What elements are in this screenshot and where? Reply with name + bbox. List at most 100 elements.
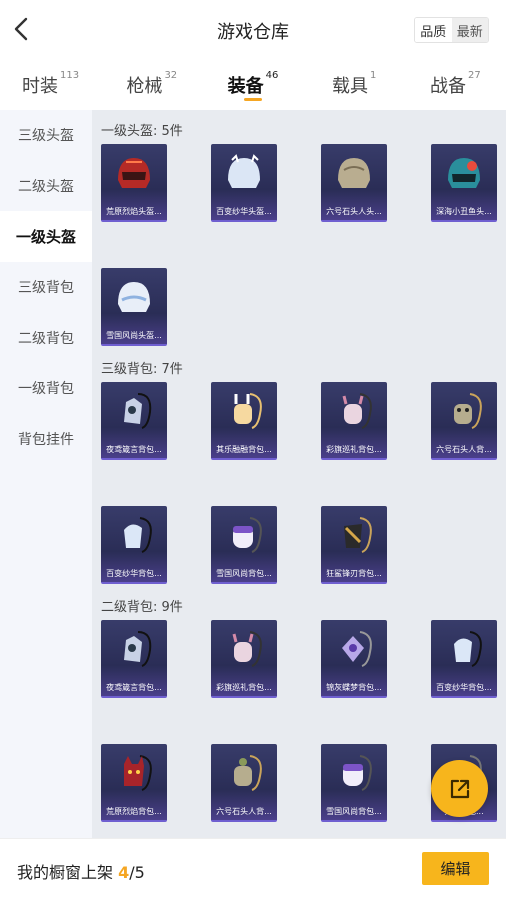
item-card[interactable]: 六号石头人背...: [211, 744, 277, 822]
item-name: 彩旗巡礼背包...: [216, 683, 272, 692]
edit-button[interactable]: 编辑: [422, 852, 489, 885]
item-card[interactable]: 夜鸢箴言背包...: [101, 620, 167, 698]
backpack-icon: [219, 626, 269, 674]
item-card[interactable]: 夜鸢箴言背包...: [101, 382, 167, 460]
tab-count: 113: [60, 70, 80, 81]
item-card[interactable]: 锦灰蝶梦背包...: [321, 620, 387, 698]
item-card-bg: 夜鸢箴言背包...: [101, 382, 167, 460]
backpack-icon: [109, 512, 159, 560]
item-name: 百变纱华背包...: [436, 683, 492, 692]
sidebar-item-backpack-3[interactable]: 三级背包: [0, 262, 92, 313]
item-card[interactable]: 雪国风尚背包...: [321, 744, 387, 822]
sidebar-item-backpack-2[interactable]: 二级背包: [0, 312, 92, 363]
item-name: 雪国风尚头盔...: [106, 331, 162, 340]
tab-supplies[interactable]: 战备 27: [405, 66, 506, 110]
helmet-icon: [219, 150, 269, 198]
item-card-bg: 雪国风尚背包...: [211, 506, 277, 584]
sort-quality-button[interactable]: 品质: [415, 18, 452, 42]
share-button[interactable]: [431, 760, 488, 817]
tab-count: 1: [370, 70, 377, 81]
item-card[interactable]: 其乐融融背包...: [211, 382, 277, 460]
item-card[interactable]: 雪国风尚头盔...: [101, 268, 167, 346]
showcase-current-count: 4: [118, 863, 130, 882]
item-card-bg: 深海小丑鱼头...: [431, 144, 497, 222]
item-card-bg: 其乐融融背包...: [211, 382, 277, 460]
item-card-bg: 百变纱华背包...: [431, 620, 497, 698]
item-card-bg: 雪国风尚头盔...: [101, 268, 167, 346]
tab-count: 46: [265, 70, 279, 81]
item-card-bg: 六号石头人背...: [211, 744, 277, 822]
item-card-bg: 六号石头人背...: [431, 382, 497, 460]
item-card[interactable]: 百变纱华背包...: [101, 506, 167, 584]
item-card[interactable]: 雪国风尚背包...: [211, 506, 277, 584]
item-card-bg: 锦灰蝶梦背包...: [321, 620, 387, 698]
sidebar-item-backpack-1[interactable]: 一级背包: [0, 363, 92, 414]
item-card-bg: 雪国风尚背包...: [321, 744, 387, 822]
item-card[interactable]: 深海小丑鱼头...: [431, 144, 497, 222]
backpack-icon: [439, 388, 489, 436]
tab-equipment[interactable]: 装备 46: [202, 66, 303, 110]
item-card-bg: 六号石头人头...: [321, 144, 387, 222]
tab-vehicles[interactable]: 载具 1: [304, 66, 405, 110]
item-card-bg: 狂鲨锋刃背包...: [321, 506, 387, 584]
bottom-bar: 我的橱窗上架 4/5 编辑: [0, 838, 506, 897]
sidebar-item-helmet-1[interactable]: 一级头盔: [0, 211, 92, 262]
helmet-icon: [329, 150, 379, 198]
sidebar: 三级头盔 二级头盔 一级头盔 三级背包 二级背包 一级背包 背包挂件: [0, 110, 92, 838]
item-card-bg: 荒原烈焰背包...: [101, 744, 167, 822]
sort-toggle[interactable]: 品质 最新: [414, 17, 489, 43]
item-card[interactable]: 六号石头人背...: [431, 382, 497, 460]
item-name: 百变纱华头盔...: [216, 207, 272, 216]
sidebar-item-backpack-charm[interactable]: 背包挂件: [0, 414, 92, 465]
item-card[interactable]: 荒原烈焰头盔...: [101, 144, 167, 222]
tab-count: 27: [468, 70, 481, 81]
item-name: 六号石头人背...: [216, 807, 272, 816]
backpack-icon: [219, 750, 269, 798]
sidebar-item-helmet-3[interactable]: 三级头盔: [0, 110, 92, 161]
item-card-bg: 彩旗巡礼背包...: [211, 620, 277, 698]
backpack-icon: [439, 626, 489, 674]
item-card-bg: 彩旗巡礼背包...: [321, 382, 387, 460]
tab-guns[interactable]: 枪械 32: [101, 66, 202, 110]
sidebar-item-helmet-2[interactable]: 二级头盔: [0, 161, 92, 212]
item-card-bg: 夜鸢箴言背包...: [101, 620, 167, 698]
tab-label: 战备: [430, 76, 467, 97]
item-name: 夜鸢箴言背包...: [106, 683, 162, 692]
tab-label: 载具: [332, 76, 369, 97]
item-card[interactable]: 六号石头人头...: [321, 144, 387, 222]
showcase-total-count: /5: [129, 863, 145, 882]
showcase-label: 我的橱窗上架: [17, 863, 114, 882]
top-bar: 游戏仓库 品质 最新: [0, 0, 506, 60]
item-card[interactable]: 彩旗巡礼背包...: [321, 382, 387, 460]
item-name: 深海小丑鱼头...: [436, 207, 492, 216]
helmet-icon: [109, 274, 159, 322]
backpack-icon: [219, 388, 269, 436]
item-card[interactable]: 荒原烈焰背包...: [101, 744, 167, 822]
tab-label: 时装: [22, 76, 59, 97]
item-name: 彩旗巡礼背包...: [326, 445, 382, 454]
backpack-icon: [329, 626, 379, 674]
item-card[interactable]: 百变纱华背包...: [431, 620, 497, 698]
tab-label: 枪械: [126, 76, 163, 97]
item-name: 锦灰蝶梦背包...: [326, 683, 382, 692]
tab-fashion[interactable]: 时装 113: [0, 66, 101, 110]
share-icon: [450, 779, 469, 798]
item-card-bg: 荒原烈焰头盔...: [101, 144, 167, 222]
backpack-icon: [109, 626, 159, 674]
item-card[interactable]: 狂鲨锋刃背包...: [321, 506, 387, 584]
backpack-icon: [109, 388, 159, 436]
section-title: 二级背包: 9件: [101, 600, 183, 615]
item-name: 雪国风尚背包...: [216, 569, 272, 578]
item-card[interactable]: 百变纱华头盔...: [211, 144, 277, 222]
item-card[interactable]: 彩旗巡礼背包...: [211, 620, 277, 698]
backpack-icon: [109, 750, 159, 798]
item-name: 荒原烈焰背包...: [106, 807, 162, 816]
item-name: 六号石头人背...: [436, 445, 492, 454]
sort-newest-button[interactable]: 最新: [451, 18, 488, 42]
tab-count: 32: [164, 70, 178, 81]
section-title: 三级背包: 7件: [101, 362, 183, 377]
item-name: 狂鲨锋刃背包...: [326, 569, 382, 578]
showcase-status: 我的橱窗上架 4/5: [17, 859, 145, 883]
backpack-icon: [329, 512, 379, 560]
item-name: 其乐融融背包...: [216, 445, 272, 454]
